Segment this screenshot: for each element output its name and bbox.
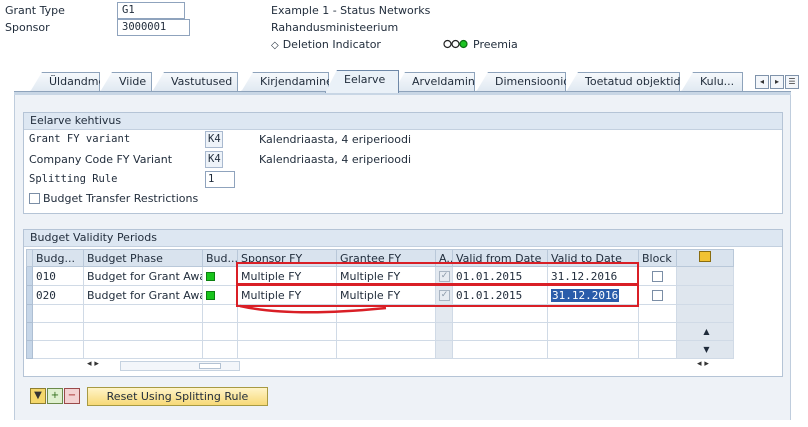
filter-icon[interactable]: ▼ [30, 388, 46, 404]
budget-transfer-label: Budget Transfer Restrictions [43, 192, 199, 205]
delete-row-icon[interactable]: − [64, 388, 80, 404]
underline-stroke [239, 304, 387, 314]
grant-type-field[interactable]: G1 [117, 2, 185, 19]
budg-cell: 020 [32, 285, 84, 305]
tab-scroll-left-icon[interactable]: ◂ [755, 75, 769, 89]
traffic-light-icon [443, 39, 469, 52]
horizontal-scroll-arrows[interactable]: ◂ ▸ [87, 359, 123, 373]
tab-viide[interactable]: Viide [100, 72, 152, 92]
budg-cell: 010 [32, 266, 84, 286]
tab-uldandmed[interactable]: Üldandmed [30, 72, 100, 92]
reset-splitting-rule-button[interactable]: Reset Using Splitting Rule [87, 387, 268, 406]
tab-vastutused[interactable]: Vastutused [152, 72, 238, 92]
group-title: Eelarve kehtivus [24, 113, 782, 130]
tab-dimensioonid[interactable]: Dimensioonid [476, 72, 566, 92]
right-scroll-arrows[interactable]: ◂ ▸ [697, 359, 727, 373]
table-settings-icon[interactable] [699, 251, 711, 262]
diamond-icon: ◇ [271, 40, 279, 51]
column-header[interactable]: Block [638, 249, 677, 267]
tab-scroll-right-icon[interactable]: ▸ [770, 75, 784, 89]
tab-kulu[interactable]: Kulu... [681, 72, 743, 92]
table-row[interactable]: ▲ [26, 322, 734, 341]
sponsor-field[interactable]: 3000001 [117, 19, 190, 36]
grant-fy-variant-field: K4 [205, 131, 223, 148]
grant-fy-variant-label: Grant FY variant [29, 133, 131, 145]
green-status-icon [206, 272, 215, 281]
status-cell [202, 285, 238, 305]
block-checkbox[interactable] [652, 271, 663, 282]
budget-phase-cell: Budget for Grant Awa... [83, 266, 203, 286]
block-cell[interactable] [638, 266, 677, 286]
table-row[interactable]: ▼ [26, 340, 734, 359]
budget-transfer-checkbox[interactable] [29, 193, 40, 204]
green-status-icon [206, 291, 215, 300]
sponsor-label: Sponsor [5, 21, 50, 34]
table-settings-header[interactable] [676, 249, 734, 267]
block-checkbox[interactable] [652, 290, 663, 301]
tab-kirjendamine[interactable]: Kirjendamine [241, 72, 329, 92]
grant-type-label: Grant Type [5, 4, 65, 17]
validity-group-title: Budget Validity Periods [24, 230, 782, 247]
status-indicator: Preemia [443, 38, 518, 52]
tab-toetatud-objektid[interactable]: Toetatud objektid [566, 72, 680, 92]
tab-list-icon[interactable]: ☰ [785, 75, 799, 89]
horizontal-scroll-thumb[interactable] [199, 363, 221, 369]
scroll-gutter [676, 285, 734, 305]
budget-phase-cell: Budget for Grant Awa... [83, 285, 203, 305]
status-cell [202, 266, 238, 286]
tab-strip: Üldandmed Viide Vastutused Kirjendamine … [0, 70, 808, 93]
insert-row-icon[interactable]: + [47, 388, 63, 404]
tab-eelarve[interactable]: Eelarve [325, 70, 399, 93]
company-code-fy-label: Company Code FY Variant [29, 153, 173, 166]
company-code-fy-desc: Kalendriaasta, 4 eriperioodi [259, 153, 412, 166]
column-header[interactable]: Bud... [202, 249, 238, 267]
grant-fy-variant-desc: Kalendriaasta, 4 eriperioodi [259, 133, 412, 146]
sponsor-description: Rahandusministeerium [271, 21, 399, 34]
column-header[interactable]: Budget Phase [83, 249, 203, 267]
block-cell[interactable] [638, 285, 677, 305]
company-code-fy-field: K4 [205, 151, 223, 168]
deletion-indicator: ◇ Deletion Indicator [271, 38, 381, 51]
splitting-rule-field[interactable]: 1 [205, 171, 235, 188]
tab-arveldamine[interactable]: Arveldamine [393, 72, 475, 92]
scroll-gutter [676, 266, 734, 286]
horizontal-scrollbar[interactable] [120, 361, 240, 371]
column-header[interactable]: Budg... [32, 249, 84, 267]
grant-type-description: Example 1 - Status Networks [271, 4, 431, 17]
splitting-rule-label: Splitting Rule [29, 173, 118, 185]
